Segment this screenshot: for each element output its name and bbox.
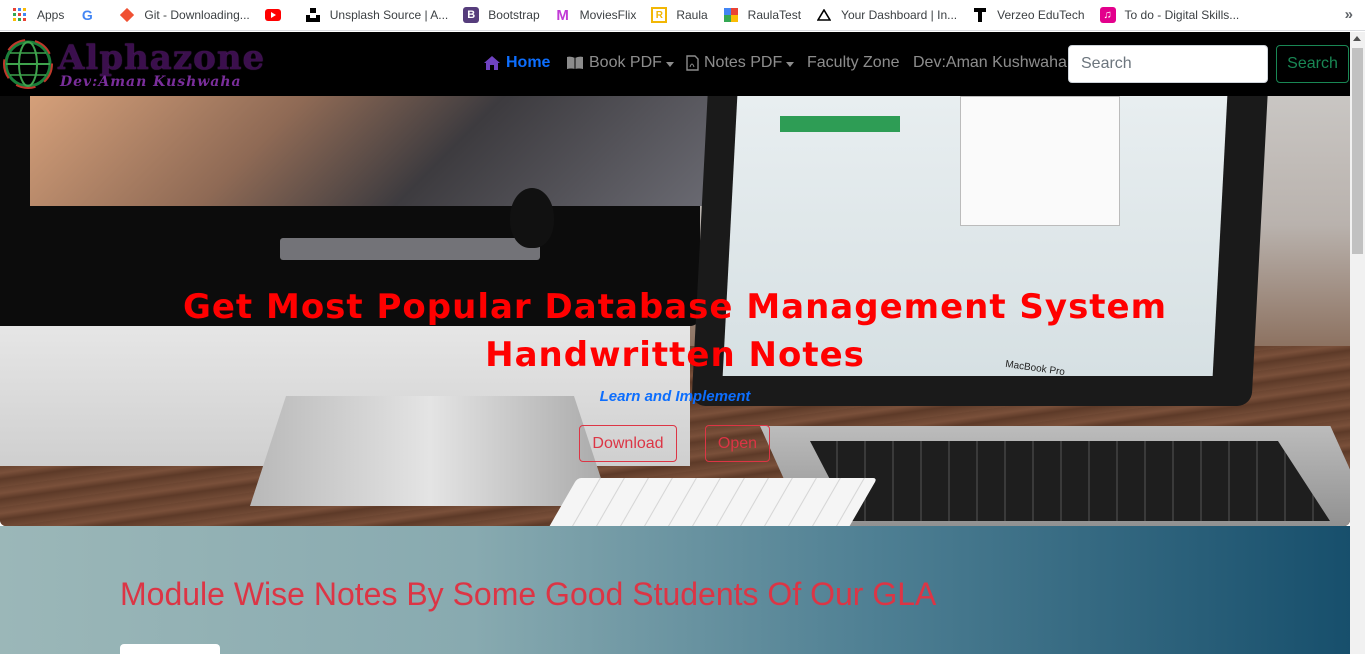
- raula-icon: R: [651, 7, 668, 23]
- bookmark-label: To do - Digital Skills...: [1124, 8, 1240, 22]
- bookmark-label: Git - Downloading...: [144, 8, 250, 22]
- dashboard-icon: [816, 7, 832, 23]
- notes-card[interactable]: [120, 644, 220, 654]
- nav-home[interactable]: Home: [483, 54, 550, 72]
- nav-book-pdf-label: Book PDF: [589, 54, 662, 71]
- bookmark-dashboard[interactable]: Your Dashboard | In...: [816, 0, 957, 31]
- bookmark-google[interactable]: G: [79, 0, 104, 31]
- moviesflix-icon: M: [556, 6, 569, 24]
- brand-logo[interactable]: Alphazone Dev:Aman Kushwaha: [2, 36, 272, 92]
- verzeo-icon: [972, 7, 988, 23]
- google-icon: G: [81, 7, 93, 23]
- globe-icon: [3, 39, 53, 89]
- hero-title-line-1: Get Most Popular Database Management Sys…: [182, 287, 1168, 327]
- bookmark-label: Raula: [676, 8, 708, 22]
- hero-title-line-2: Handwritten Notes: [485, 335, 865, 375]
- bookmark-youtube[interactable]: [264, 0, 290, 31]
- git-icon: [119, 7, 135, 23]
- caret-down-icon: [786, 61, 795, 67]
- hero-laptop-keyboard: [810, 441, 1330, 521]
- nav-book-pdf-dropdown[interactable]: Book PDF: [566, 54, 674, 72]
- apple-logo-icon: [510, 188, 554, 248]
- nav-developer[interactable]: Dev:Aman Kushwaha: [913, 54, 1067, 72]
- bookmark-label: Apps: [37, 8, 65, 22]
- bookmark-raulatest[interactable]: RaulaTest: [723, 0, 801, 31]
- nav-faculty-zone[interactable]: Faculty Zone: [807, 54, 899, 72]
- raulatest-icon: [723, 7, 739, 23]
- scrollbar-thumb[interactable]: [1352, 48, 1363, 254]
- hero-subtitle: Learn and Implement: [599, 388, 751, 405]
- pdf-file-icon: [686, 55, 699, 71]
- hero-desk-keyboard: [542, 478, 878, 526]
- hero-imac-stand: [250, 396, 610, 506]
- bookmark-moviesflix[interactable]: M MoviesFlix: [555, 0, 637, 31]
- bookmark-git[interactable]: Git - Downloading...: [119, 0, 250, 31]
- bookmark-bootstrap[interactable]: B Bootstrap: [463, 0, 540, 31]
- nav-faculty-zone-label: Faculty Zone: [807, 54, 900, 71]
- module-notes-section: Module Wise Notes By Some Good Students …: [0, 526, 1350, 654]
- book-icon: [567, 56, 583, 69]
- navbar: Alphazone Dev:Aman Kushwaha Home Book PD…: [0, 32, 1350, 96]
- search-button[interactable]: Search: [1276, 45, 1349, 83]
- bookmark-label: Verzeo EduTech: [997, 8, 1085, 22]
- bootstrap-icon: B: [463, 7, 480, 23]
- bookmark-label: RaulaTest: [747, 8, 802, 22]
- bookmark-label: Unsplash Source | A...: [329, 8, 449, 22]
- hero-banner: MacBook Pro Get Most Popular Database Ma…: [0, 96, 1350, 526]
- hero-laptop-app-header: [780, 116, 900, 132]
- todo-icon: ♫: [1099, 7, 1116, 23]
- nav-notes-pdf-label: Notes PDF: [704, 54, 783, 71]
- section-title: Module Wise Notes By Some Good Students …: [120, 576, 937, 612]
- download-button[interactable]: Download: [579, 425, 677, 462]
- bookmark-label: Your Dashboard | In...: [841, 8, 958, 22]
- hero-imac-wallpaper: [30, 96, 710, 206]
- bookmark-todo[interactable]: ♫ To do - Digital Skills...: [1099, 0, 1240, 31]
- bookmark-unsplash[interactable]: Unsplash Source | A...: [305, 0, 449, 31]
- nav-notes-pdf-dropdown[interactable]: Notes PDF: [686, 54, 795, 72]
- apps-grid-icon: [12, 7, 28, 23]
- bookmarks-bar: Apps G Git - Downloading... Unsplash Sou…: [0, 0, 1365, 31]
- youtube-icon: [264, 7, 281, 23]
- search-input[interactable]: [1068, 45, 1268, 83]
- page-scrollbar[interactable]: [1350, 32, 1365, 654]
- brand-name: Alphazone: [58, 38, 266, 78]
- bookmark-raula[interactable]: R Raula: [651, 0, 708, 31]
- nav-home-label: Home: [506, 54, 551, 71]
- hero-title: Get Most Popular Database Management Sys…: [0, 283, 1350, 379]
- brand-developer: Dev:Aman Kushwaha: [60, 74, 242, 90]
- scroll-up-arrow-icon[interactable]: [1353, 36, 1361, 41]
- nav-developer-label: Dev:Aman Kushwaha: [913, 54, 1067, 71]
- hero-imac-dock: [280, 238, 540, 260]
- caret-down-icon: [665, 61, 674, 67]
- unsplash-icon: [305, 7, 321, 23]
- bookmark-apps[interactable]: Apps: [12, 0, 64, 31]
- bookmark-verzeo[interactable]: Verzeo EduTech: [972, 0, 1085, 31]
- open-button[interactable]: Open: [705, 425, 770, 462]
- bookmark-label: MoviesFlix: [579, 8, 637, 22]
- bookmarks-more-icon[interactable]: »: [1345, 6, 1353, 23]
- home-icon: [484, 56, 500, 70]
- bookmark-label: Bootstrap: [488, 8, 540, 22]
- hero-laptop-app-panel: [960, 96, 1120, 226]
